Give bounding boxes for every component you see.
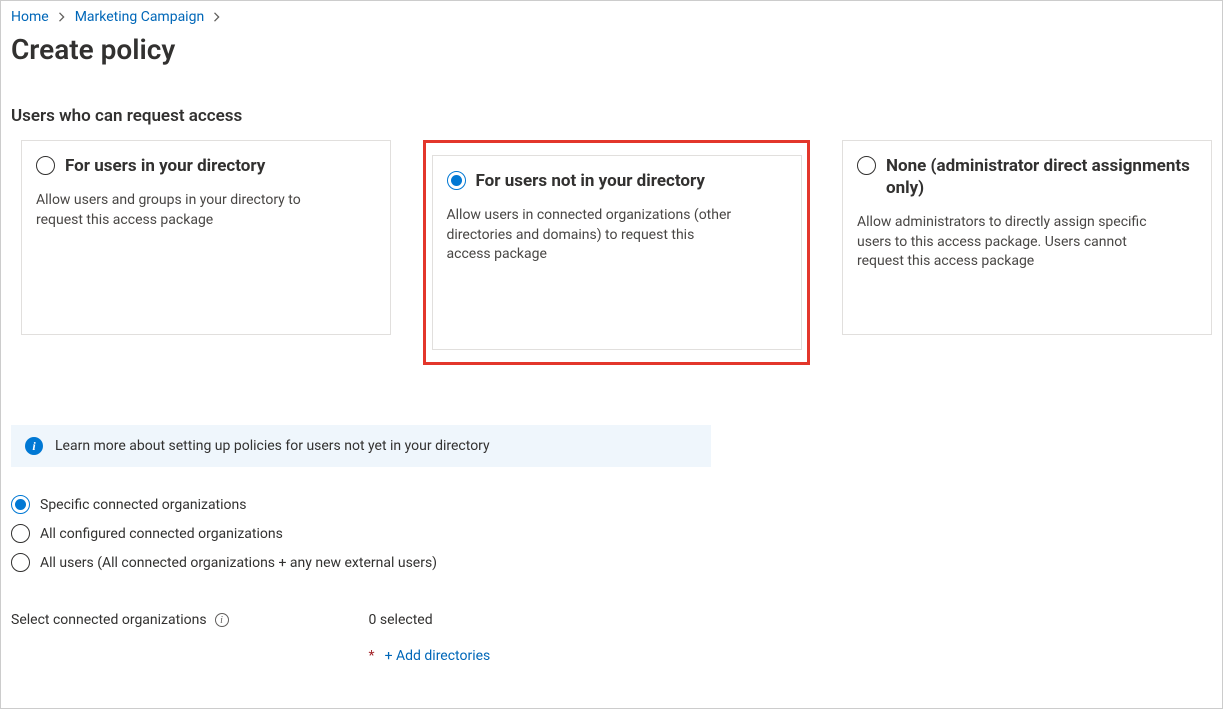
radio-icon (11, 553, 30, 572)
radio-icon (36, 156, 55, 175)
card-title: For users not in your directory (476, 170, 705, 192)
option-label: All configured connected organizations (40, 526, 283, 542)
chevron-right-icon (212, 12, 222, 22)
page-title: Create policy (11, 33, 1212, 66)
option-label: All users (All connected organizations +… (40, 555, 437, 571)
highlighted-card-frame: For users not in your directory Allow us… (423, 140, 810, 365)
radio-icon (857, 156, 876, 175)
info-banner[interactable]: i Learn more about setting up policies f… (11, 425, 711, 467)
radio-icon (447, 171, 466, 190)
info-outline-icon[interactable]: i (215, 613, 229, 627)
section-users-label: Users who can request access (11, 106, 1212, 126)
info-banner-text: Learn more about setting up policies for… (55, 438, 490, 454)
request-scope-cards: For users in your directory Allow users … (11, 140, 1212, 365)
card-description: Allow users and groups in your directory… (36, 191, 326, 230)
selected-count: 0 selected (369, 612, 491, 628)
label-text: Select connected organizations (11, 612, 207, 628)
radio-icon (11, 524, 30, 543)
select-connected-orgs-label: Select connected organizations i (11, 612, 229, 628)
card-title: For users in your directory (65, 155, 265, 177)
card-none-admin-only[interactable]: None (administrator direct assignments o… (842, 140, 1212, 335)
option-specific-connected-orgs[interactable]: Specific connected organizations (11, 495, 1212, 514)
card-users-not-in-directory[interactable]: For users not in your directory Allow us… (432, 155, 802, 350)
radio-icon (11, 495, 30, 514)
breadcrumb-home[interactable]: Home (11, 9, 49, 25)
card-description: Allow users in connected organizations (… (447, 206, 737, 265)
option-label: Specific connected organizations (40, 497, 247, 513)
scope-option-list: Specific connected organizations All con… (11, 495, 1212, 572)
breadcrumb-campaign[interactable]: Marketing Campaign (75, 9, 205, 25)
option-all-configured-orgs[interactable]: All configured connected organizations (11, 524, 1212, 543)
add-directories-link[interactable]: + Add directories (385, 648, 491, 664)
breadcrumb: Home Marketing Campaign (11, 9, 1212, 25)
card-description: Allow administrators to directly assign … (857, 213, 1147, 272)
info-icon: i (25, 437, 43, 455)
card-title: None (administrator direct assignments o… (886, 155, 1197, 199)
option-all-users[interactable]: All users (All connected organizations +… (11, 553, 1212, 572)
required-asterisk: * (369, 648, 375, 664)
card-users-in-directory[interactable]: For users in your directory Allow users … (21, 140, 391, 335)
chevron-right-icon (57, 12, 67, 22)
